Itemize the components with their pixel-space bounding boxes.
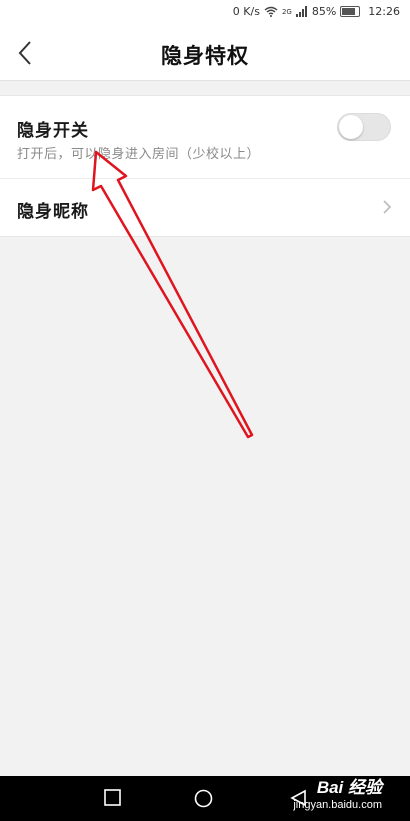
invisible-nickname-row[interactable]: 隐身昵称 (0, 179, 410, 236)
header-bar: 隐身特权 (0, 26, 410, 81)
watermark-brand: Bai 经验 (316, 778, 382, 797)
recent-apps-icon[interactable] (104, 789, 121, 806)
battery-icon (340, 6, 361, 17)
invisible-switch-title: 隐身开关 (17, 121, 89, 141)
settings-card: 隐身开关 打开后，可以隐身进入房间（少校以上） 隐身昵称 (0, 95, 410, 237)
status-bar: 0 K/s 2G 85% 12:26 (0, 0, 410, 26)
toggle-knob (339, 115, 363, 139)
home-icon[interactable] (194, 789, 213, 808)
chevron-right-icon (383, 200, 392, 214)
net-speed: 0 K/s (232, 5, 260, 18)
page-title: 隐身特权 (161, 44, 249, 68)
watermark-url: jingyan.baidu.com (293, 799, 382, 811)
invisible-switch-row: 隐身开关 打开后，可以隐身进入房间（少校以上） (0, 96, 410, 179)
section-gap (0, 81, 410, 95)
invisible-toggle[interactable] (337, 113, 391, 141)
battery-percent: 85% (311, 5, 337, 18)
signal-icon (295, 6, 307, 17)
baidu-jingyan-watermark: Bai 经验 jingyan.baidu.com (293, 779, 382, 811)
invisible-nickname-title: 隐身昵称 (17, 202, 89, 222)
wifi-icon (264, 6, 278, 17)
status-icons: 0 K/s 2G 85% 12:26 (233, 5, 400, 18)
clock: 12:26 (368, 5, 400, 18)
invisible-switch-description: 打开后，可以隐身进入房间（少校以上） (17, 147, 261, 162)
network-type: 2G (281, 7, 292, 16)
